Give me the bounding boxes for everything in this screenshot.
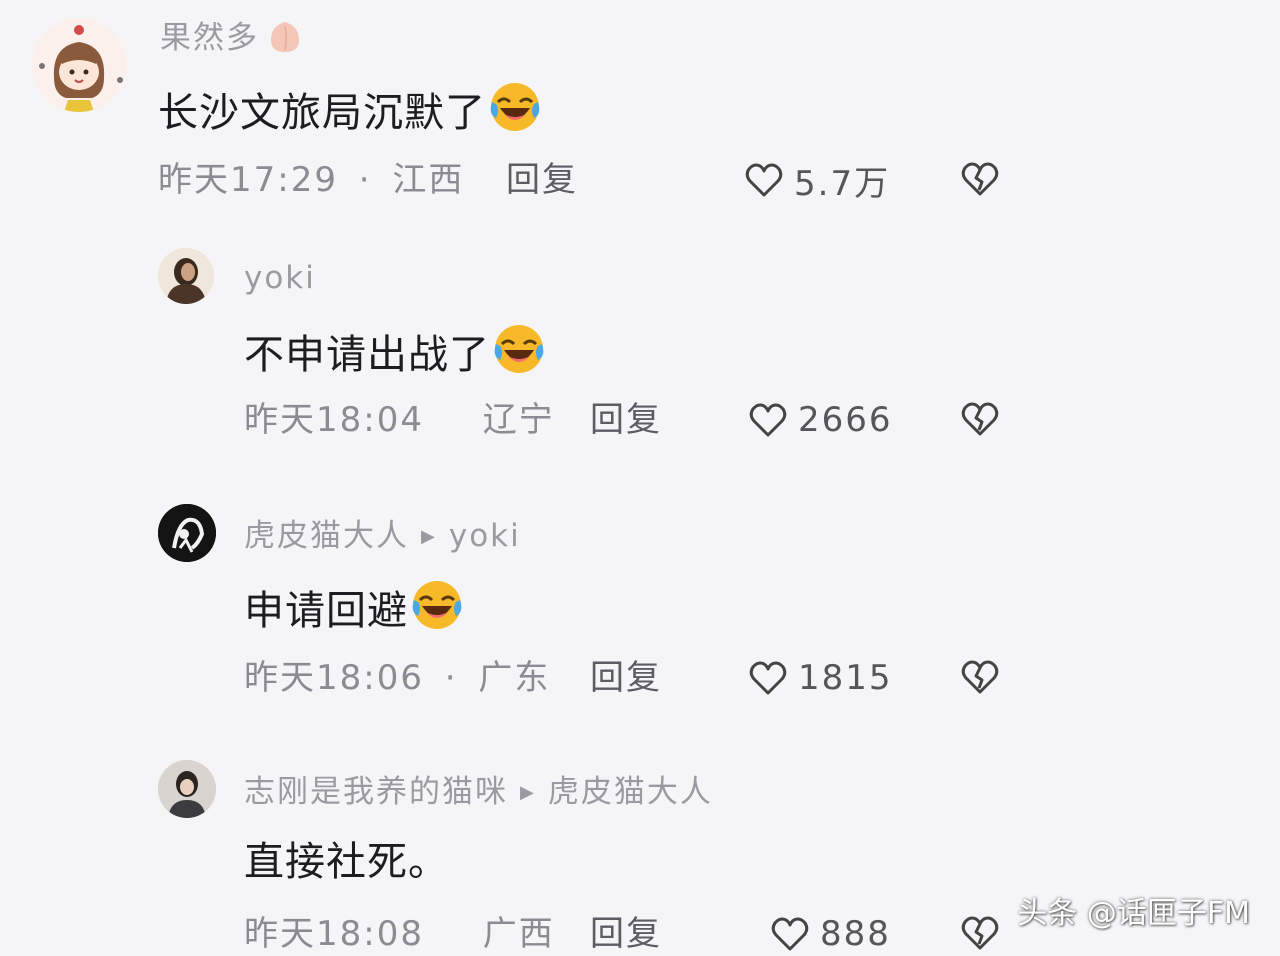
comment-text: 申请回避 xyxy=(244,578,464,637)
reply-button[interactable]: 回复 xyxy=(590,398,662,442)
avatar[interactable] xyxy=(32,18,126,112)
like-button[interactable]: 888 xyxy=(770,912,891,956)
like-button[interactable]: 5.7万 xyxy=(744,158,890,204)
heart-icon xyxy=(749,403,787,437)
dislike-button[interactable] xyxy=(960,656,1000,696)
reply-to-username[interactable]: yoki xyxy=(449,518,521,554)
broken-heart-icon xyxy=(961,660,999,694)
comment-thread: 果然多 长沙文旅局沉默了 昨天17:29 · 江西 回复 5.7万 yoki 不… xyxy=(0,0,1280,956)
play-triangle-icon: ▶ xyxy=(421,526,437,547)
like-button[interactable]: 2666 xyxy=(748,398,893,442)
laughing-tears-emoji xyxy=(410,578,464,632)
comment-meta: 昨天18:04 辽宁 xyxy=(244,400,555,440)
comment-meta: 昨天18:08 广西 xyxy=(244,914,555,954)
comment-text: 直接社死。 xyxy=(244,839,449,885)
like-button[interactable]: 1815 xyxy=(748,656,893,700)
dislike-button[interactable] xyxy=(960,158,1000,198)
laughing-tears-emoji xyxy=(492,322,546,376)
heart-icon xyxy=(745,163,783,197)
comment-meta: 昨天18:06 · 广东 xyxy=(244,658,551,698)
broken-heart-icon xyxy=(961,162,999,196)
reply-to-username[interactable]: 虎皮猫大人 xyxy=(548,774,713,810)
comment-text: 长沙文旅局沉默了 xyxy=(158,80,542,139)
heart-icon xyxy=(771,917,809,951)
reply-button[interactable]: 回复 xyxy=(590,912,662,956)
peach-badge-icon xyxy=(267,18,303,54)
heart-icon xyxy=(749,661,787,695)
dislike-button[interactable] xyxy=(960,398,1000,438)
avatar[interactable] xyxy=(158,504,216,562)
comment-text: 不申请出战了 xyxy=(244,322,546,381)
username[interactable]: yoki xyxy=(244,258,316,298)
broken-heart-icon xyxy=(961,402,999,436)
reply-button[interactable]: 回复 xyxy=(506,158,578,202)
avatar[interactable] xyxy=(158,248,214,304)
play-triangle-icon: ▶ xyxy=(520,782,536,803)
username[interactable]: 果然多 xyxy=(160,18,303,58)
laughing-tears-emoji xyxy=(488,80,542,134)
broken-heart-icon xyxy=(961,916,999,950)
watermark: 头条 @话匣子FM xyxy=(1017,896,1250,931)
username[interactable]: 虎皮猫大人 ▶ yoki xyxy=(244,516,521,557)
reply-button[interactable]: 回复 xyxy=(590,656,662,700)
dislike-button[interactable] xyxy=(960,912,1000,952)
avatar[interactable] xyxy=(158,760,216,818)
username[interactable]: 志刚是我养的猫咪 ▶ 虎皮猫大人 xyxy=(244,772,713,813)
comment-meta: 昨天17:29 · 江西 xyxy=(158,160,465,200)
